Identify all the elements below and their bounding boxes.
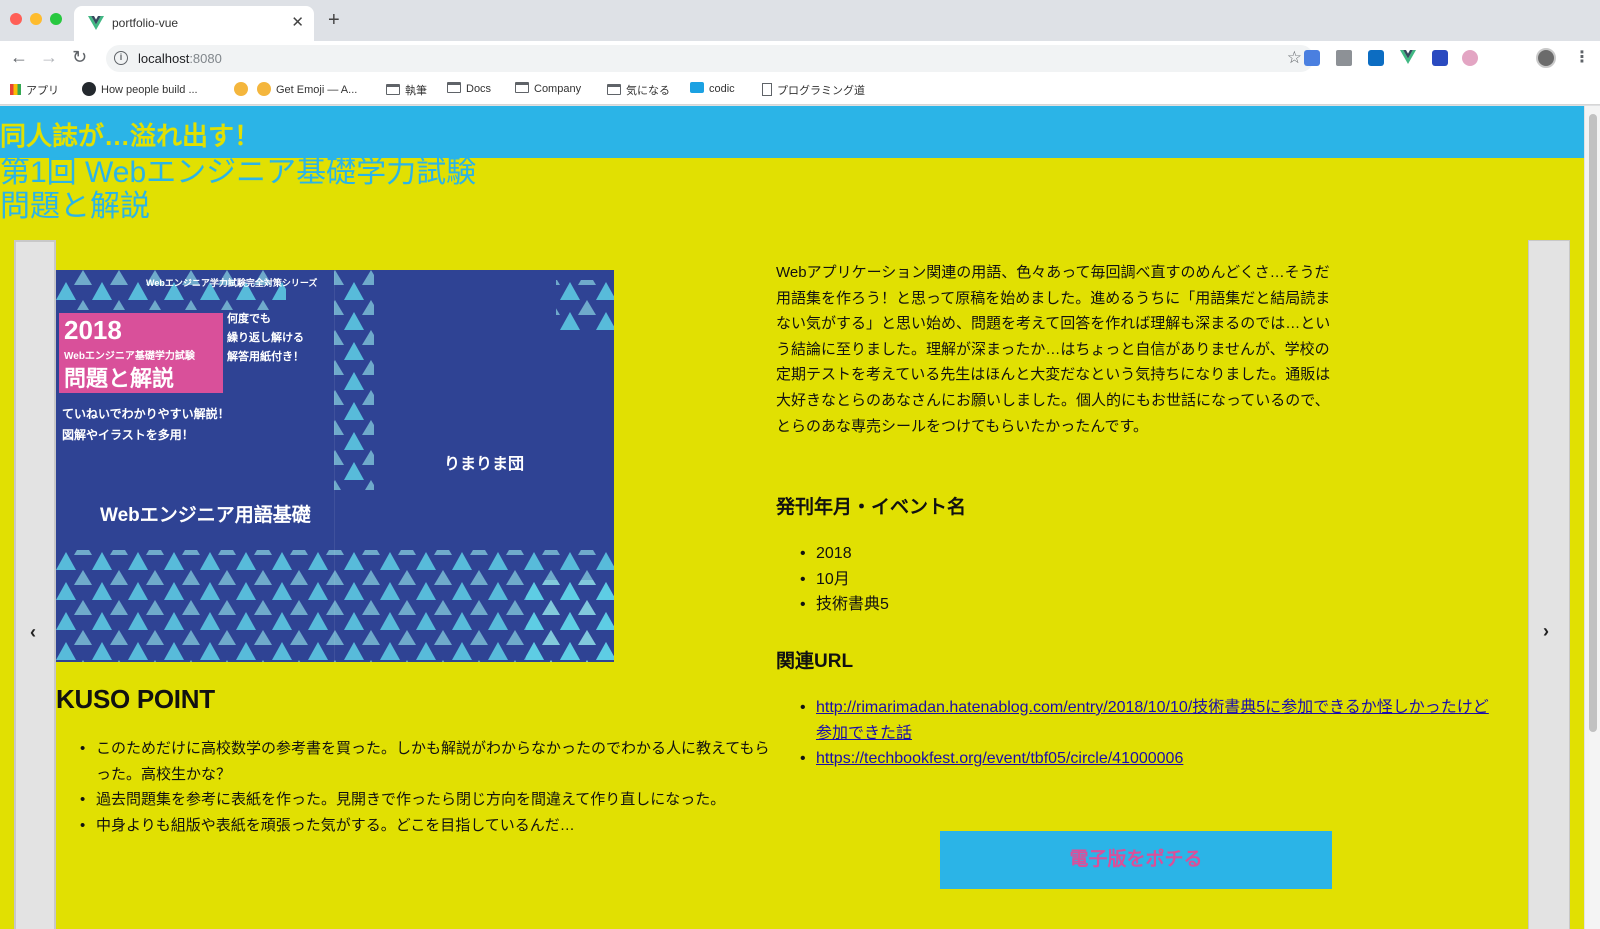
bookmark-apps[interactable]: アプリ: [10, 82, 59, 98]
profile-avatar[interactable]: [1536, 48, 1556, 68]
site-title: 同人誌が…溢れ出す！: [0, 121, 261, 151]
cover-title-box: 2018 Webエンジニア基礎学力試験 問題と解説: [59, 313, 223, 393]
folder-icon: [386, 84, 400, 95]
close-window-button[interactable]: [10, 13, 22, 25]
page-scrollbar[interactable]: [1584, 106, 1600, 929]
bookmark-emoji[interactable]: [234, 82, 253, 96]
list-item: 中身よりも組版や表紙を頑張った気がする。どこを目指しているんだ…: [56, 813, 776, 839]
event-heading: 発刊年月・イベント名: [776, 497, 967, 518]
carousel-next-button[interactable]: ›: [1528, 240, 1570, 929]
close-tab-icon[interactable]: ✕: [291, 13, 304, 31]
folder-icon: [607, 84, 621, 95]
emoji-icon: [257, 82, 271, 96]
browser-tab[interactable]: portfolio-vue ✕: [74, 6, 314, 41]
list-item: 技術書典5: [776, 592, 1500, 618]
hatenablog-link[interactable]: http://rimarimadan.hatenablog.com/entry/…: [816, 699, 1489, 742]
related-url-list: http://rimarimadan.hatenablog.com/entry/…: [776, 695, 1500, 772]
list-item: このためだけに高校数学の参考書を買った。しかも解説がわからなかったのでわかる人に…: [56, 736, 776, 787]
address-bar[interactable]: i localhost:8080 ☆: [106, 45, 1314, 72]
bookmark-folder-docs[interactable]: Docs: [447, 82, 491, 95]
forward-arrow-icon[interactable]: →: [40, 47, 58, 68]
buy-ebook-button[interactable]: 電子版をポチる: [940, 831, 1332, 889]
event-list: 2018 10月 技術書典5: [776, 541, 1500, 618]
maximize-window-button[interactable]: [50, 13, 62, 25]
vue-logo-icon: [88, 16, 104, 30]
tab-bar: portfolio-vue ✕ +: [0, 0, 1600, 41]
list-item: http://rimarimadan.hatenablog.com/entry/…: [776, 695, 1500, 746]
cover-series-text: Webエンジニア学力試験完全対策シリーズ: [146, 278, 318, 288]
site-header: 同人誌が…溢れ出す！: [0, 106, 1584, 158]
browser-menu-icon[interactable]: ⋮: [1574, 47, 1590, 67]
techbookfest-link[interactable]: https://techbookfest.org/event/tbf05/cir…: [816, 750, 1183, 767]
bookmark-github[interactable]: How people build ...: [82, 82, 198, 96]
bookmark-folder-company[interactable]: Company: [515, 82, 581, 95]
github-icon: [82, 82, 96, 96]
bookmark-codic[interactable]: codic: [690, 82, 735, 95]
cover-side-text: 何度でも 繰り返し解ける 解答用紙付き！: [227, 313, 304, 363]
kuso-point-heading: KUSO POINT: [56, 684, 215, 714]
carousel-prev-button[interactable]: ‹: [14, 240, 56, 929]
folder-icon: [447, 82, 461, 93]
tab-title: portfolio-vue: [112, 16, 179, 30]
unicorn-extension-icon[interactable]: [1462, 50, 1478, 66]
translate-extension-icon[interactable]: [1304, 50, 1320, 66]
page-viewport: 同人誌が…溢れ出す！ 第1回 Webエンジニア基礎学力試験 問題と解説 ‹ ›: [0, 106, 1584, 929]
chevron-left-icon: ‹: [30, 622, 36, 642]
list-item: https://techbookfest.org/event/tbf05/cir…: [776, 746, 1500, 772]
extension-icon[interactable]: [1432, 50, 1448, 66]
list-item: 10月: [776, 567, 1500, 593]
cover-author: りまりま団: [444, 456, 525, 473]
bookmark-programming-michi[interactable]: プログラミング道: [762, 82, 865, 98]
bookmarks-bar: アプリ How people build ... Get Emoji — A..…: [0, 75, 1600, 105]
camera-extension-icon[interactable]: [1336, 50, 1352, 66]
browser-window: portfolio-vue ✕ + ← → ↻ i localhost:8080…: [0, 0, 1600, 929]
kuso-point-list: このためだけに高校数学の参考書を買った。しかも解説がわからなかったのでわかる人に…: [56, 736, 776, 838]
codic-icon: [690, 82, 704, 93]
cover-divider: [334, 270, 335, 662]
scrollbar-thumb[interactable]: [1589, 114, 1597, 732]
url-text: localhost:8080: [138, 51, 222, 66]
emoji-icon: [234, 82, 248, 96]
list-item: 2018: [776, 541, 1500, 567]
bookmark-star-icon[interactable]: ☆: [1287, 48, 1302, 68]
cover-subject: Webエンジニア用語基礎: [100, 505, 311, 526]
work-title: 第1回 Webエンジニア基礎学力試験 問題と解説: [0, 156, 477, 223]
browser-toolbar: ← → ↻ i localhost:8080 ☆ ⋮: [0, 41, 1600, 75]
bookmark-folder-shippitsu[interactable]: 執筆: [386, 82, 427, 98]
folder-icon: [515, 82, 529, 93]
reload-icon[interactable]: ↻: [72, 47, 87, 68]
bookmark-folder-kininaru[interactable]: 気になる: [607, 82, 670, 98]
related-url-heading: 関連URL: [776, 651, 854, 672]
chevron-right-icon: ›: [1543, 621, 1549, 641]
trello-extension-icon[interactable]: [1368, 50, 1384, 66]
page-icon: [762, 83, 772, 96]
cover-description: ていねいでわかりやすい解説！ 図解やイラストを多用！: [62, 407, 230, 442]
list-item: 過去問題集を参考に表紙を作った。見開きで作ったら閉じ方向を間違えて作り直しになっ…: [56, 787, 776, 813]
site-info-icon[interactable]: i: [114, 51, 128, 65]
bookmark-get-emoji[interactable]: Get Emoji — A...: [257, 82, 357, 96]
work-description: Webアプリケーション関連の用語、色々あって毎回調べ直すのめんどくさ…そうだ用語…: [776, 264, 1331, 435]
new-tab-button[interactable]: +: [328, 9, 340, 32]
book-cover-image: Webエンジニア学力試験完全対策シリーズ 2018 Webエンジニア基礎学力試験…: [56, 270, 614, 662]
vue-devtools-icon[interactable]: [1400, 50, 1416, 66]
minimize-window-button[interactable]: [30, 13, 42, 25]
apps-grid-icon: [10, 84, 21, 95]
back-arrow-icon[interactable]: ←: [10, 47, 28, 68]
